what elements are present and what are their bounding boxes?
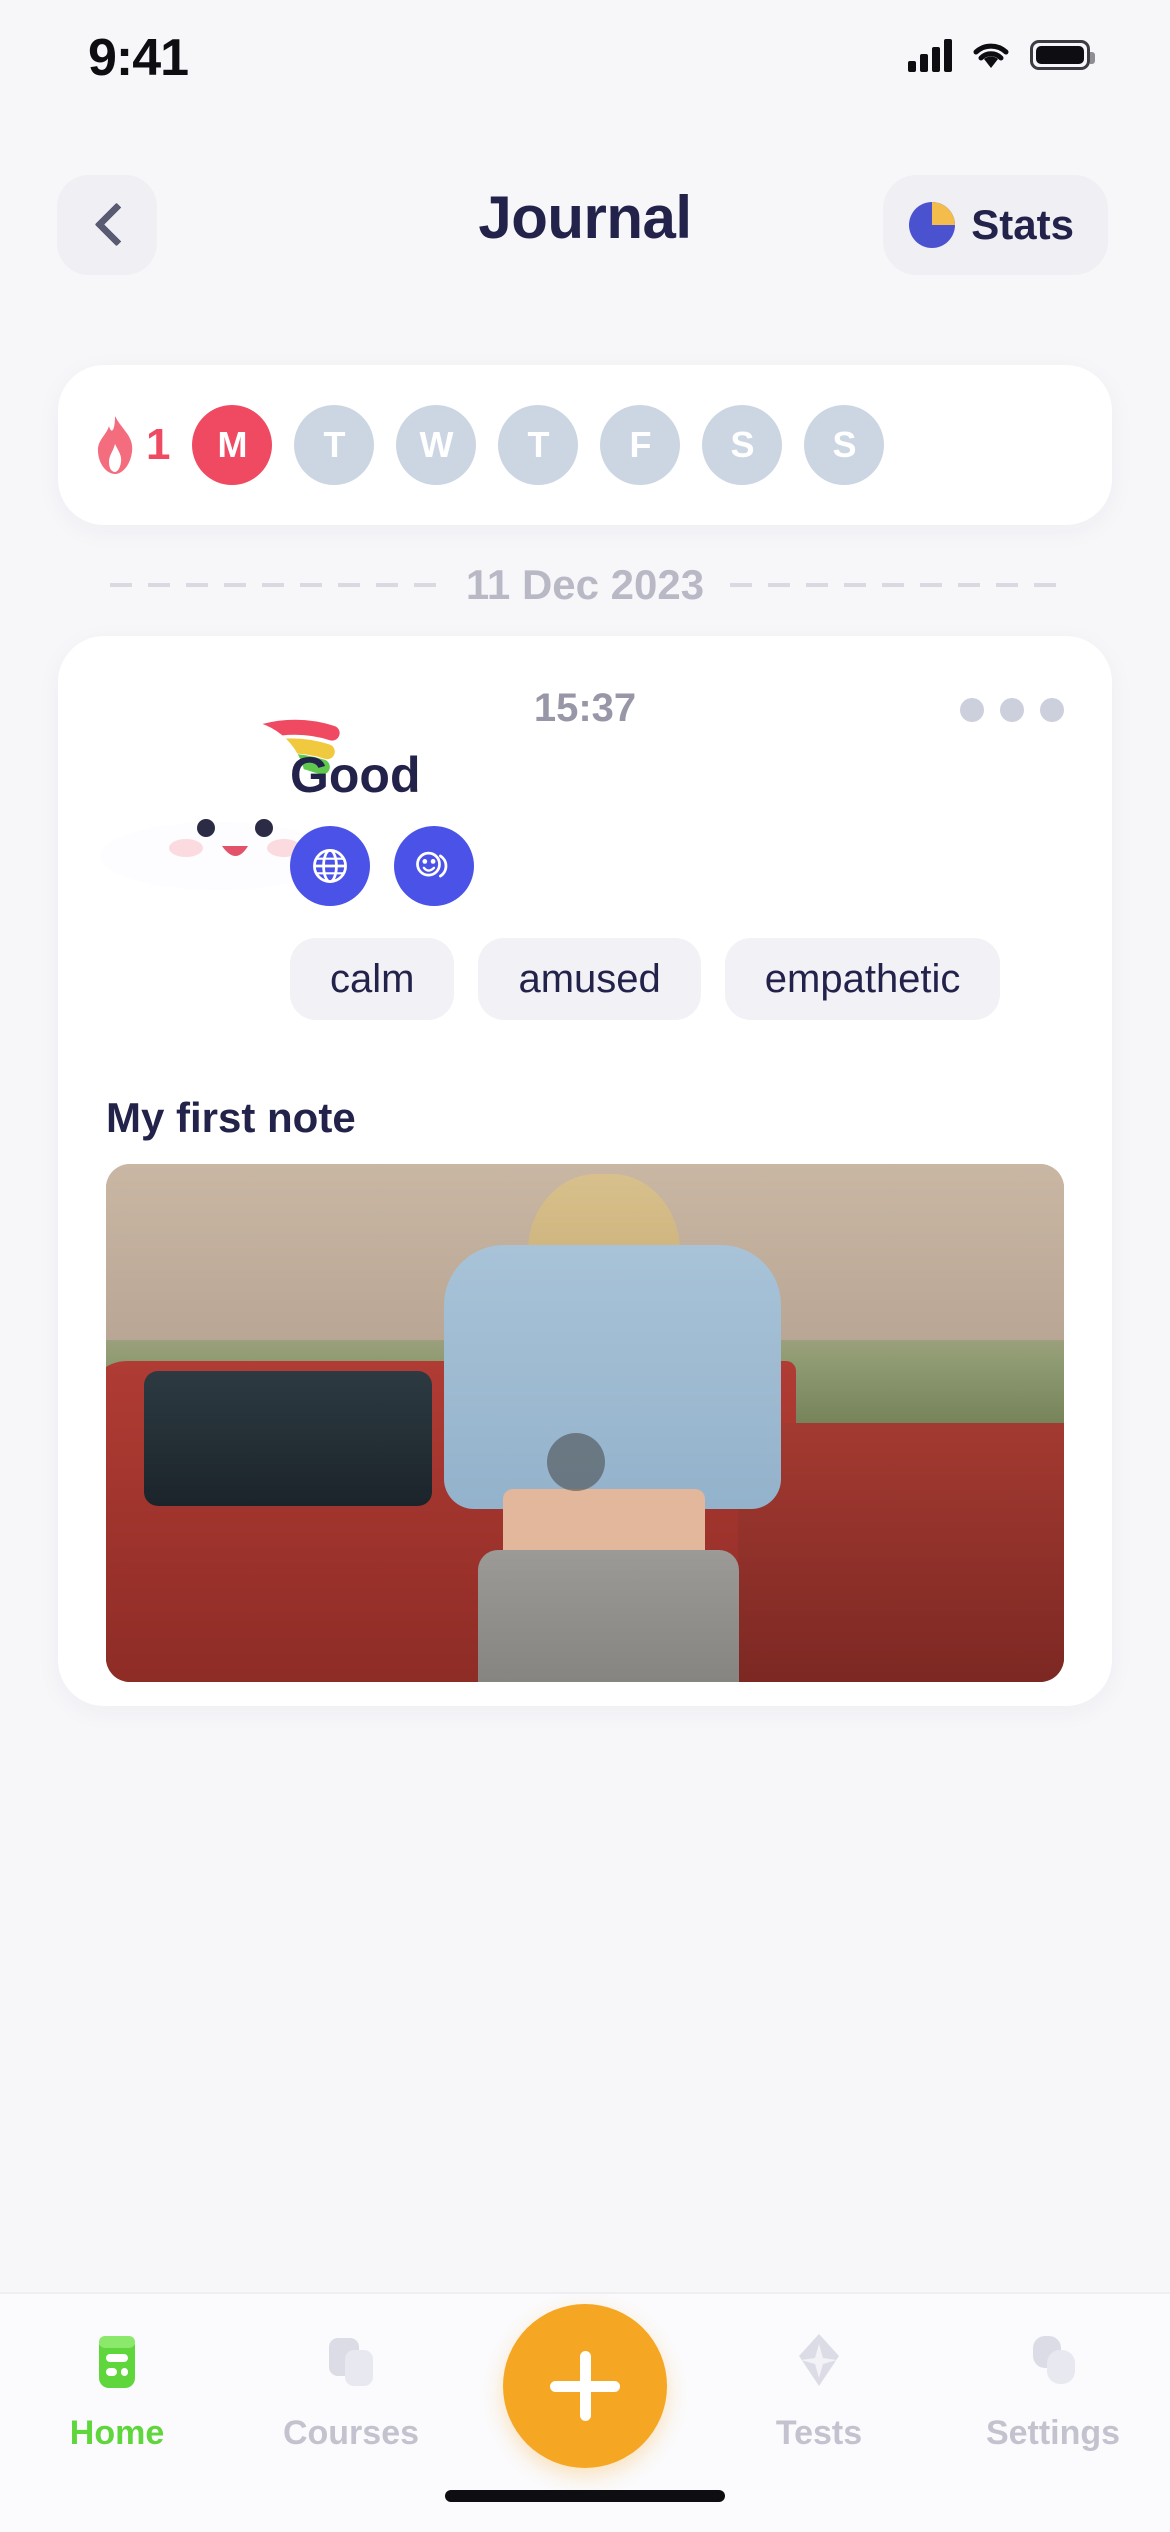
weekday-saturday[interactable]: S: [702, 405, 783, 485]
more-dots-icon[interactable]: [960, 698, 1064, 722]
status-bar: 9:41: [0, 0, 1170, 120]
weekday-wednesday[interactable]: W: [396, 405, 477, 485]
weekday-monday[interactable]: M: [192, 405, 273, 485]
streak-counter: 1: [92, 414, 170, 476]
streak-count: 1: [146, 420, 171, 469]
globe-icon[interactable]: [290, 826, 370, 906]
emotion-tag[interactable]: amused: [478, 938, 701, 1020]
tab-tests[interactable]: Tests: [702, 2324, 936, 2453]
stats-button-label: Stats: [971, 201, 1074, 248]
date-divider: 11 Dec 2023: [0, 555, 1170, 615]
note-title: My first note: [106, 1094, 356, 1141]
emotion-tag[interactable]: calm: [290, 938, 455, 1020]
tab-home-label: Home: [69, 2414, 165, 2452]
emotion-tag-list: calm amused empathetic: [290, 938, 1001, 1020]
weekday-tuesday[interactable]: T: [294, 405, 375, 485]
tab-settings-label: Settings: [985, 2414, 1121, 2452]
photo-person: [393, 1174, 815, 1682]
tests-sparkle-icon: [781, 2324, 857, 2400]
status-bar-time: 9:41: [88, 29, 189, 87]
streak-card: 1 M T W T F S S: [58, 365, 1112, 525]
add-entry-button[interactable]: [503, 2304, 667, 2468]
weekday-friday[interactable]: F: [600, 405, 681, 485]
pie-chart-icon: [909, 202, 956, 248]
journal-entry-card[interactable]: 15:37 Good calm amused empathetic My fir…: [58, 636, 1112, 1706]
divider-line-right: [730, 583, 1061, 587]
photo-car-window: [144, 1371, 432, 1506]
cellular-signal-icon: [908, 38, 952, 72]
tab-tests-label: Tests: [775, 2414, 863, 2452]
tab-settings[interactable]: Settings: [936, 2324, 1170, 2453]
note-photo[interactable]: [106, 1164, 1064, 1682]
weekday-thursday[interactable]: T: [498, 405, 579, 485]
courses-cards-icon: [313, 2324, 389, 2400]
settings-shapes-icon: [1015, 2324, 1091, 2400]
stats-button[interactable]: Stats: [883, 175, 1108, 275]
emotion-tag[interactable]: empathetic: [724, 938, 1001, 1020]
entry-badge-list: [290, 826, 474, 906]
divider-line-left: [109, 583, 440, 587]
tab-courses-label: Courses: [282, 2414, 420, 2452]
battery-full-icon: [1030, 40, 1095, 70]
app-screen: 9:41 Journal Stats 1 M T W T F S S 11 De…: [0, 0, 1170, 2532]
status-bar-indicators: [908, 38, 1095, 72]
photo-pants: [477, 1550, 740, 1682]
photo-sweater: [443, 1245, 782, 1510]
wifi-icon: [970, 39, 1012, 71]
home-indicator: [445, 2490, 725, 2502]
entry-mood-label: Good: [290, 747, 421, 803]
tab-home[interactable]: Home: [0, 2324, 234, 2453]
bottom-tab-bar: Home Courses Tests Settings: [0, 2292, 1170, 2532]
photo-overlay-dot: [546, 1433, 605, 1492]
weekday-list: M T W T F S S: [192, 405, 885, 485]
home-book-icon: [79, 2324, 155, 2400]
weekday-sunday[interactable]: S: [804, 405, 885, 485]
flame-icon: [92, 414, 138, 476]
plus-icon: [550, 2351, 620, 2421]
page-header: Journal Stats: [0, 175, 1170, 285]
entry-time: 15:37: [533, 686, 637, 730]
tab-courses[interactable]: Courses: [234, 2324, 468, 2453]
date-label: 11 Dec 2023: [465, 561, 705, 608]
people-icon[interactable]: [394, 826, 474, 906]
